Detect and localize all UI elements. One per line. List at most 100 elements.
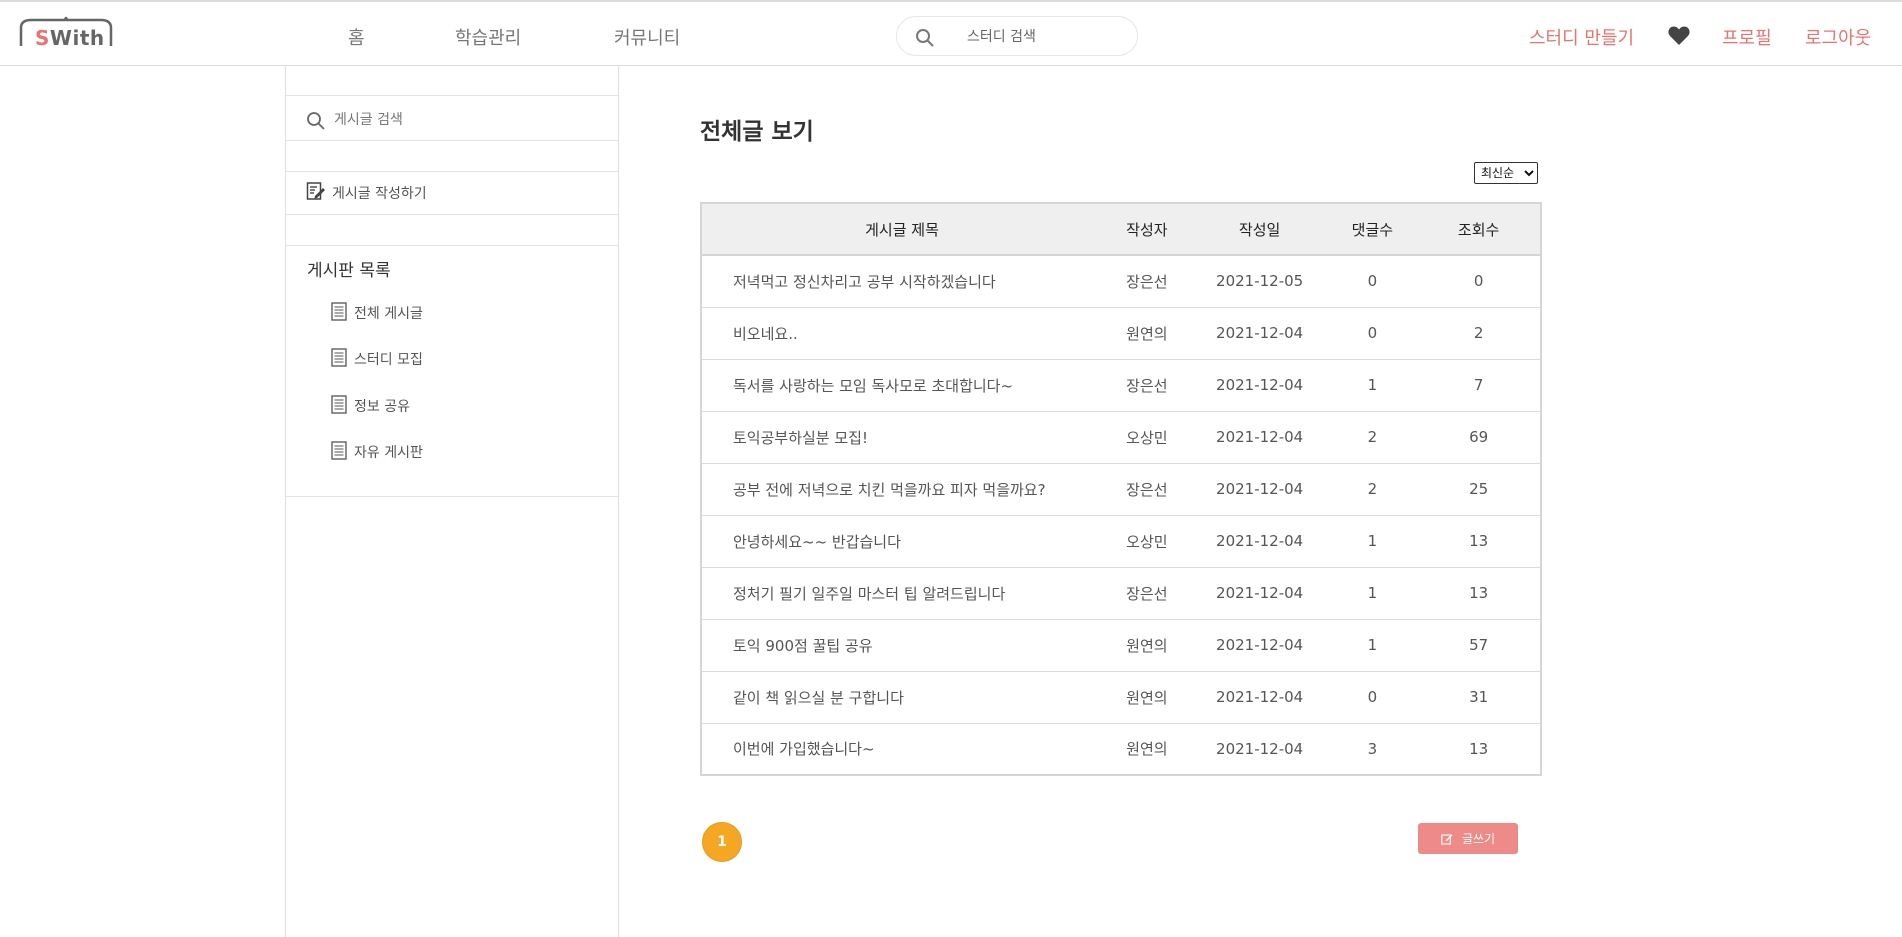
nav-community[interactable]: 커뮤니티 — [614, 24, 680, 50]
heart-icon[interactable] — [1668, 26, 1690, 50]
table-row[interactable]: 토익공부하실분 모집! 오상민 2021-12-04 2 69 — [701, 411, 1541, 463]
document-icon — [331, 440, 347, 464]
post-date: 2021-12-04 — [1216, 636, 1304, 654]
pagination-page-1[interactable]: 1 — [702, 822, 742, 862]
post-date: 2021-12-04 — [1216, 688, 1304, 706]
post-comments: 0 — [1367, 272, 1378, 291]
board-item-study-recruit[interactable]: 스터디 모집 — [331, 347, 423, 371]
column-header-title: 게시글 제목 — [701, 203, 1102, 256]
post-comments: 1 — [1367, 584, 1378, 602]
logout-link[interactable]: 로그아웃 — [1805, 24, 1871, 50]
table-row[interactable]: 같이 책 읽으실 분 구합니다 원연의 2021-12-04 0 31 — [701, 671, 1541, 723]
post-search-input[interactable] — [334, 108, 574, 132]
post-author: 원연의 — [1126, 740, 1168, 759]
post-views: 25 — [1469, 480, 1489, 498]
post-views: 13 — [1469, 584, 1489, 602]
post-author: 오상민 — [1126, 428, 1168, 447]
post-views: 31 — [1469, 688, 1489, 706]
post-date: 2021-12-04 — [1216, 376, 1304, 394]
write-post-link[interactable]: 게시글 작성하기 — [306, 182, 427, 204]
post-title[interactable]: 비오네요.. — [701, 307, 1102, 359]
search-icon[interactable] — [915, 28, 935, 52]
top-header: SWith 홈 학습관리 커뮤니티 스터디 만들기 프로필 로그아웃 — [0, 0, 1902, 66]
post-comments: 3 — [1367, 739, 1378, 758]
post-author: 장은선 — [1126, 376, 1168, 395]
post-views: 69 — [1469, 428, 1489, 446]
post-author: 원연의 — [1126, 688, 1168, 707]
column-header-comments: 댓글수 — [1327, 203, 1418, 256]
post-author: 원연의 — [1126, 324, 1168, 343]
board-item-free[interactable]: 자유 게시판 — [331, 440, 423, 464]
table-row[interactable]: 정처기 필기 일주일 마스터 팁 알려드립니다 장은선 2021-12-04 1… — [701, 567, 1541, 619]
post-date: 2021-12-04 — [1216, 428, 1304, 446]
nav-home[interactable]: 홈 — [348, 24, 365, 50]
nav-study-management[interactable]: 학습관리 — [455, 24, 521, 50]
post-title[interactable]: 공부 전에 저녁으로 치킨 먹을까요 피자 먹을까요? — [701, 463, 1102, 515]
table-row[interactable]: 안녕하세요~~ 반갑습니다 오상민 2021-12-04 1 13 — [701, 515, 1541, 567]
post-author: 원연의 — [1126, 636, 1168, 655]
write-button[interactable]: 글쓰기 — [1418, 823, 1518, 854]
post-date: 2021-12-04 — [1216, 532, 1304, 550]
document-icon — [331, 301, 347, 325]
create-study-link[interactable]: 스터디 만들기 — [1529, 24, 1634, 50]
study-search-box — [896, 16, 1138, 56]
post-comments: 0 — [1367, 324, 1378, 342]
post-date: 2021-12-04 — [1216, 739, 1304, 758]
document-icon — [331, 394, 347, 418]
post-views: 2 — [1473, 324, 1484, 342]
post-author: 장은선 — [1126, 272, 1168, 291]
write-button-label: 글쓰기 — [1461, 832, 1496, 846]
post-title[interactable]: 토익공부하실분 모집! — [701, 411, 1102, 463]
divider — [286, 214, 618, 215]
table-header-row: 게시글 제목 작성자 작성일 댓글수 조회수 — [701, 203, 1541, 256]
sort-select[interactable]: 최신순 — [1474, 162, 1538, 184]
post-date: 2021-12-04 — [1216, 584, 1304, 602]
board-item-info-share[interactable]: 정보 공유 — [331, 394, 410, 418]
post-title[interactable]: 같이 책 읽으실 분 구합니다 — [701, 671, 1102, 723]
post-views: 0 — [1473, 272, 1484, 291]
page-title: 전체글 보기 — [700, 119, 814, 145]
table-row[interactable]: 이번에 가입했습니다~ 원연의 2021-12-04 3 13 — [701, 723, 1541, 775]
post-author: 오상민 — [1126, 532, 1168, 551]
post-title[interactable]: 이번에 가입했습니다~ — [701, 723, 1102, 775]
swith-logo[interactable]: SWith — [19, 16, 113, 50]
post-author: 장은선 — [1126, 584, 1168, 603]
post-views: 13 — [1469, 532, 1489, 550]
divider — [286, 245, 618, 246]
post-views: 57 — [1469, 636, 1489, 654]
post-comments: 1 — [1367, 376, 1378, 394]
write-post-label: 게시글 작성하기 — [332, 186, 427, 202]
divider — [286, 140, 618, 141]
post-views: 13 — [1469, 739, 1489, 758]
profile-link[interactable]: 프로필 — [1722, 24, 1772, 50]
board-item-all[interactable]: 전체 게시글 — [331, 301, 423, 325]
document-icon — [331, 347, 347, 371]
post-date: 2021-12-04 — [1216, 480, 1304, 498]
logo-text: SWith — [35, 26, 105, 50]
post-title[interactable]: 안녕하세요~~ 반갑습니다 — [701, 515, 1102, 567]
post-title[interactable]: 독서를 사랑하는 모임 독사모로 초대합니다~ — [701, 359, 1102, 411]
divider — [286, 171, 618, 172]
post-comments: 1 — [1367, 532, 1378, 550]
post-date: 2021-12-04 — [1216, 324, 1304, 342]
divider — [286, 496, 618, 497]
study-search-input[interactable] — [967, 27, 1127, 47]
table-row[interactable]: 독서를 사랑하는 모임 독사모로 초대합니다~ 장은선 2021-12-04 1… — [701, 359, 1541, 411]
post-title[interactable]: 토익 900점 꿀팁 공유 — [701, 619, 1102, 671]
board-item-label: 전체 게시글 — [354, 306, 423, 322]
table-row[interactable]: 저녁먹고 정신차리고 공부 시작하겠습니다 장은선 2021-12-05 0 0 — [701, 255, 1541, 307]
post-author: 장은선 — [1126, 480, 1168, 499]
column-header-author: 작성자 — [1102, 203, 1192, 256]
post-title[interactable]: 저녁먹고 정신차리고 공부 시작하겠습니다 — [701, 255, 1102, 307]
search-icon[interactable] — [306, 111, 326, 135]
board-item-label: 스터디 모집 — [354, 352, 423, 368]
write-icon — [306, 181, 326, 205]
table-row[interactable]: 비오네요.. 원연의 2021-12-04 0 2 — [701, 307, 1541, 359]
table-row[interactable]: 토익 900점 꿀팁 공유 원연의 2021-12-04 1 57 — [701, 619, 1541, 671]
sidebar: 게시글 작성하기 게시판 목록 전체 게시글 스터디 모집 정보 공유 자유 게… — [285, 66, 619, 937]
board-list-title: 게시판 목록 — [307, 261, 391, 281]
post-comments: 1 — [1367, 636, 1378, 654]
table-row[interactable]: 공부 전에 저녁으로 치킨 먹을까요 피자 먹을까요? 장은선 2021-12-… — [701, 463, 1541, 515]
post-title[interactable]: 정처기 필기 일주일 마스터 팁 알려드립니다 — [701, 567, 1102, 619]
divider — [286, 95, 618, 96]
